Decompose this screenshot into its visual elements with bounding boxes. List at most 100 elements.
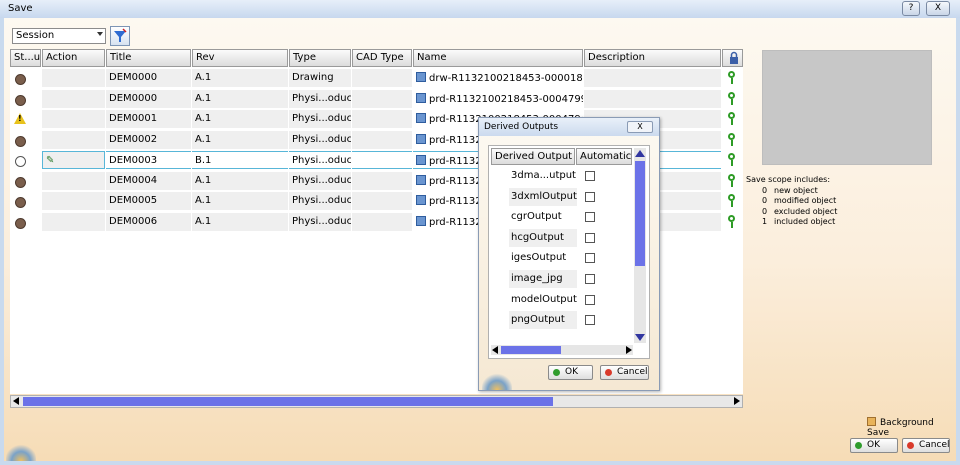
header-title[interactable]: Title: [106, 49, 191, 67]
automatic-checkbox[interactable]: [585, 232, 595, 243]
rev-cell[interactable]: A.1: [192, 212, 288, 231]
action-cell[interactable]: [42, 130, 105, 149]
type-cell[interactable]: Physi...oduct: [289, 130, 351, 149]
derived-output-row[interactable]: 3dma...utput: [509, 167, 631, 187]
type-cell[interactable]: Physi...oduct: [289, 192, 351, 210]
rev-cell[interactable]: A.1: [192, 171, 288, 190]
header-cad-type[interactable]: CAD Type: [352, 49, 412, 67]
type-cell[interactable]: Physi...oduct: [289, 171, 351, 190]
derived-output-row[interactable]: modelOutput: [509, 291, 631, 311]
rev-cell[interactable]: A.1: [192, 110, 288, 128]
table-horizontal-scrollbar[interactable]: [10, 395, 743, 408]
status-cell[interactable]: [10, 151, 41, 169]
derived-output-row[interactable]: hcgOutput: [509, 228, 631, 249]
derived-output-row[interactable]: igesOutput: [509, 249, 631, 269]
scroll-left-arrow-icon[interactable]: [13, 397, 19, 405]
title-cell[interactable]: DEM0003: [106, 151, 191, 169]
cancel-button[interactable]: Cancel: [902, 438, 950, 453]
status-cell[interactable]: [10, 90, 41, 108]
header-type[interactable]: Type: [289, 49, 351, 67]
header-action[interactable]: Action: [42, 49, 105, 67]
automatic-checkbox[interactable]: [585, 253, 595, 264]
table-row[interactable]: DEM0000 A.1 Physi...oduct prd-R113210021845…: [10, 89, 743, 109]
automatic-checkbox[interactable]: [585, 294, 595, 305]
action-cell[interactable]: [42, 69, 105, 87]
cad-type-cell[interactable]: [352, 69, 412, 87]
status-cell[interactable]: [10, 110, 41, 128]
scroll-up-arrow-icon[interactable]: [635, 150, 645, 157]
cad-type-cell[interactable]: [352, 212, 412, 231]
header-derived-output[interactable]: Derived Output: [491, 148, 575, 165]
cad-type-cell[interactable]: [352, 89, 412, 108]
header-status[interactable]: St...us: [10, 49, 41, 67]
derived-output-row[interactable]: 3dxmlOutput: [509, 187, 631, 208]
header-lock[interactable]: [722, 49, 743, 67]
derived-output-row[interactable]: pngOutput: [509, 311, 631, 331]
dialog-horizontal-scrollbar[interactable]: [491, 345, 633, 355]
title-cell[interactable]: DEM0005: [106, 192, 191, 210]
header-rev[interactable]: Rev: [192, 49, 288, 67]
ok-button[interactable]: OK: [850, 438, 898, 453]
type-cell[interactable]: Physi...oduct: [289, 110, 351, 128]
title-cell[interactable]: DEM0004: [106, 171, 191, 190]
dialog-cancel-button[interactable]: Cancel: [600, 365, 649, 380]
action-cell[interactable]: ✎: [42, 151, 105, 169]
rev-cell[interactable]: A.1: [192, 69, 288, 87]
type-cell[interactable]: Drawing: [289, 69, 351, 87]
status-cell[interactable]: [10, 131, 41, 149]
automatic-checkbox[interactable]: [585, 315, 595, 326]
filter-combo[interactable]: Session: [12, 28, 106, 44]
title-cell[interactable]: DEM0002: [106, 130, 191, 149]
title-cell[interactable]: DEM0000: [106, 69, 191, 87]
scroll-thumb[interactable]: [635, 161, 645, 266]
automatic-checkbox[interactable]: [585, 212, 595, 223]
action-cell[interactable]: [42, 89, 105, 108]
type-cell[interactable]: Physi...oduct: [289, 89, 351, 108]
name-cell[interactable]: drw-R1132100218453-00001851: [413, 69, 583, 87]
cad-type-cell[interactable]: [352, 130, 412, 149]
rev-cell[interactable]: A.1: [192, 89, 288, 108]
table-row[interactable]: DEM0000 A.1 Drawing drw-R1132100218453-0000…: [10, 68, 743, 88]
status-cell[interactable]: [10, 69, 41, 87]
scroll-thumb[interactable]: [501, 346, 561, 354]
rev-cell[interactable]: A.1: [192, 130, 288, 149]
scroll-right-arrow-icon[interactable]: [626, 346, 632, 354]
name-cell[interactable]: prd-R1132100218453-00047998: [413, 90, 583, 108]
background-save-checkbox[interactable]: Background Save: [867, 417, 956, 438]
cad-type-cell[interactable]: [352, 171, 412, 190]
status-cell[interactable]: [10, 213, 41, 231]
derived-output-row[interactable]: image_jpg: [509, 270, 631, 290]
dialog-vertical-scrollbar[interactable]: [634, 148, 646, 343]
rev-cell[interactable]: B.1: [192, 151, 288, 169]
scroll-down-arrow-icon[interactable]: [635, 334, 645, 341]
scroll-left-arrow-icon[interactable]: [492, 346, 498, 354]
dialog-close-button[interactable]: X: [627, 121, 653, 133]
type-cell[interactable]: Physi...oduct: [289, 212, 351, 231]
automatic-checkbox[interactable]: [585, 274, 595, 284]
help-button[interactable]: ?: [902, 1, 920, 16]
cad-type-cell[interactable]: [352, 151, 412, 169]
rev-cell[interactable]: A.1: [192, 192, 288, 210]
dialog-ok-button[interactable]: OK: [548, 365, 593, 380]
title-cell[interactable]: DEM0001: [106, 110, 191, 128]
description-cell[interactable]: [584, 89, 721, 108]
header-description[interactable]: Description: [584, 49, 721, 67]
description-cell[interactable]: [584, 69, 721, 87]
status-cell[interactable]: [10, 192, 41, 210]
title-cell[interactable]: DEM0000: [106, 89, 191, 108]
cad-type-cell[interactable]: [352, 110, 412, 128]
type-cell[interactable]: Physi...oduct: [289, 151, 351, 169]
header-automatic[interactable]: Automatic: [576, 148, 632, 165]
action-cell[interactable]: [42, 110, 105, 128]
action-cell[interactable]: [42, 192, 105, 210]
action-cell[interactable]: [42, 171, 105, 190]
status-cell[interactable]: [10, 172, 41, 190]
title-cell[interactable]: DEM0006: [106, 212, 191, 231]
filter-options-button[interactable]: [110, 26, 130, 46]
scroll-thumb[interactable]: [23, 397, 553, 406]
scroll-right-arrow-icon[interactable]: [734, 397, 740, 405]
derived-output-row[interactable]: cgrOutput: [509, 208, 631, 228]
header-name[interactable]: Name: [413, 49, 583, 67]
close-button[interactable]: X: [926, 1, 950, 16]
automatic-checkbox[interactable]: [585, 191, 595, 202]
